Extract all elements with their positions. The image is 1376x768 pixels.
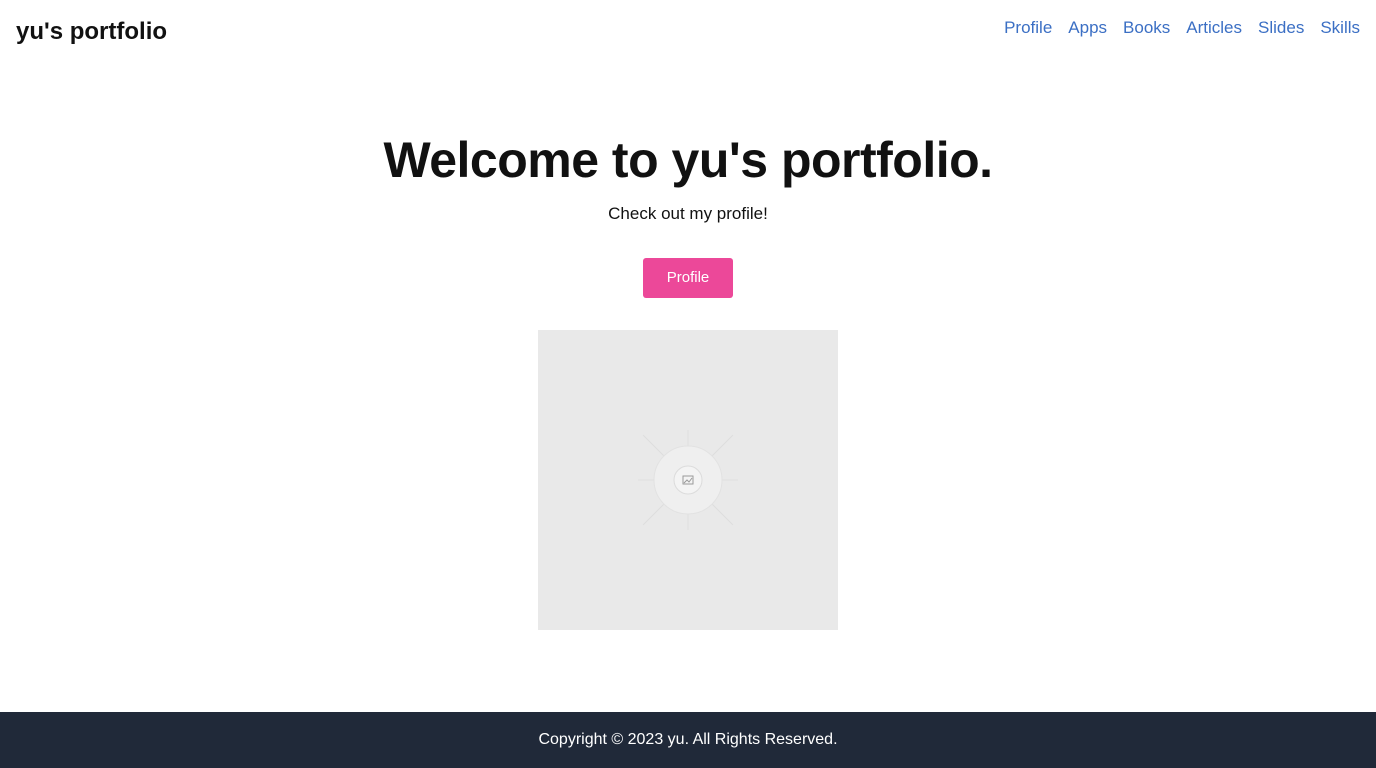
hero-title: Welcome to yu's portfolio.: [383, 132, 993, 188]
site-header: yu's portfolio Profile Apps Books Articl…: [0, 0, 1376, 64]
nav-link-apps[interactable]: Apps: [1068, 16, 1107, 40]
nav-link-slides[interactable]: Slides: [1258, 16, 1304, 40]
profile-button[interactable]: Profile: [643, 258, 733, 298]
site-title[interactable]: yu's portfolio: [16, 16, 167, 48]
main-nav: Profile Apps Books Articles Slides Skill…: [1004, 16, 1360, 40]
site-footer: Copyright © 2023 yu. All Rights Reserved…: [0, 712, 1376, 768]
nav-link-articles[interactable]: Articles: [1186, 16, 1242, 40]
hero-section: Welcome to yu's portfolio. Check out my …: [0, 128, 1376, 226]
nav-link-skills[interactable]: Skills: [1320, 16, 1360, 40]
copyright-text: Copyright © 2023 yu. All Rights Reserved…: [538, 731, 838, 748]
nav-link-profile[interactable]: Profile: [1004, 16, 1052, 40]
image-icon: [638, 430, 738, 530]
nav-link-books[interactable]: Books: [1123, 16, 1170, 40]
hero-image: [538, 330, 838, 630]
hero-subtitle: Check out my profile!: [608, 204, 768, 223]
